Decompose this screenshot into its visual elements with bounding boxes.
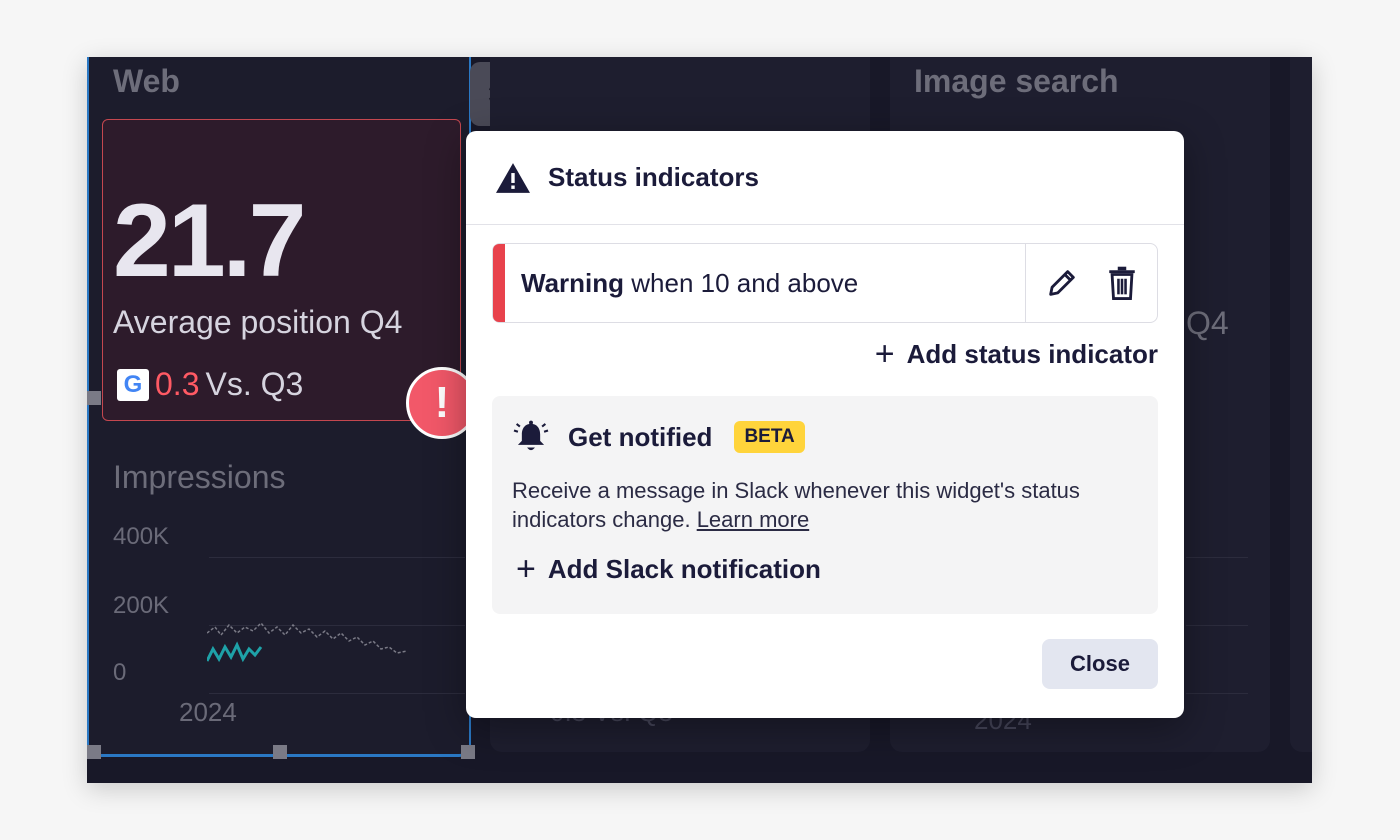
modal-title: Status indicators	[548, 162, 759, 192]
gridline	[209, 557, 465, 558]
google-logo-icon: G	[117, 368, 149, 401]
beta-badge: BETA	[734, 421, 805, 453]
resize-handle[interactable]	[87, 391, 101, 405]
web-column-title: Web	[113, 63, 180, 99]
status-rule-row: Warning when 10 and above	[492, 243, 1158, 323]
gridline	[1186, 693, 1248, 694]
metric-compare-label: Vs. Q3	[205, 366, 304, 402]
rule-actions	[1025, 244, 1157, 322]
far-widget-column[interactable]	[1290, 57, 1312, 752]
y-tick-label: 0	[113, 659, 127, 686]
y-tick-label: 200K	[113, 592, 170, 619]
get-notified-title: Get notified	[568, 421, 713, 452]
gridline	[1186, 557, 1248, 558]
delete-rule-button[interactable]	[1103, 264, 1141, 302]
y-tick-label: 400K	[113, 523, 170, 550]
notify-header: Get notified BETA	[512, 420, 805, 454]
resize-handle[interactable]	[273, 745, 287, 759]
add-status-indicator-button[interactable]: + Add status indicator	[875, 337, 1158, 371]
add-status-label: Add status indicator	[906, 338, 1158, 369]
impressions-sparkline	[207, 621, 408, 663]
impressions-title: Impressions	[113, 459, 286, 495]
plus-icon: +	[874, 335, 895, 373]
metric-value: 21.7	[113, 183, 306, 299]
add-slack-label: Add Slack notification	[547, 553, 821, 584]
average-position-card[interactable]: 21.7 Average position Q4 G 0.3 Vs. Q3	[102, 119, 461, 421]
add-slack-notification-button[interactable]: + Add Slack notification	[516, 552, 821, 586]
modal-header: Status indicators	[466, 131, 1184, 225]
plus-icon: +	[516, 550, 536, 588]
status-indicators-modal: Status indicators Warning when 10 and ab…	[466, 131, 1184, 718]
notify-description: Receive a message in Slack whenever this…	[512, 476, 1132, 534]
pencil-icon	[1048, 270, 1075, 296]
metric-delta: 0.3	[155, 366, 200, 402]
rule-level: Warning	[521, 267, 625, 298]
get-notified-panel: Get notified BETA Receive a message in S…	[492, 396, 1158, 614]
warning-triangle-icon	[496, 162, 530, 193]
gridline	[1186, 625, 1248, 626]
rule-condition: when 10 and above	[631, 267, 859, 298]
image-q4-fragment: Q4	[1186, 305, 1229, 341]
x-tick-label: 2024	[179, 697, 237, 727]
resize-handle[interactable]	[87, 745, 101, 759]
image-column-title: Image search	[914, 63, 1119, 99]
metric-comparison: G 0.3 Vs. Q3	[117, 366, 303, 403]
learn-more-link[interactable]: Learn more	[697, 507, 810, 532]
rule-description: Warning when 10 and above	[505, 268, 1025, 299]
bell-icon	[513, 420, 549, 451]
close-button[interactable]: Close	[1042, 639, 1158, 689]
edit-rule-button[interactable]	[1043, 264, 1081, 302]
metric-label: Average position Q4	[113, 304, 403, 340]
web-widget-column[interactable]: Web 21.7 Average position Q4 G 0.3 Vs. Q…	[87, 57, 478, 757]
resize-handle[interactable]	[461, 745, 475, 759]
warning-color-bar	[493, 244, 505, 322]
gridline	[209, 693, 465, 694]
trash-icon	[1108, 266, 1135, 300]
